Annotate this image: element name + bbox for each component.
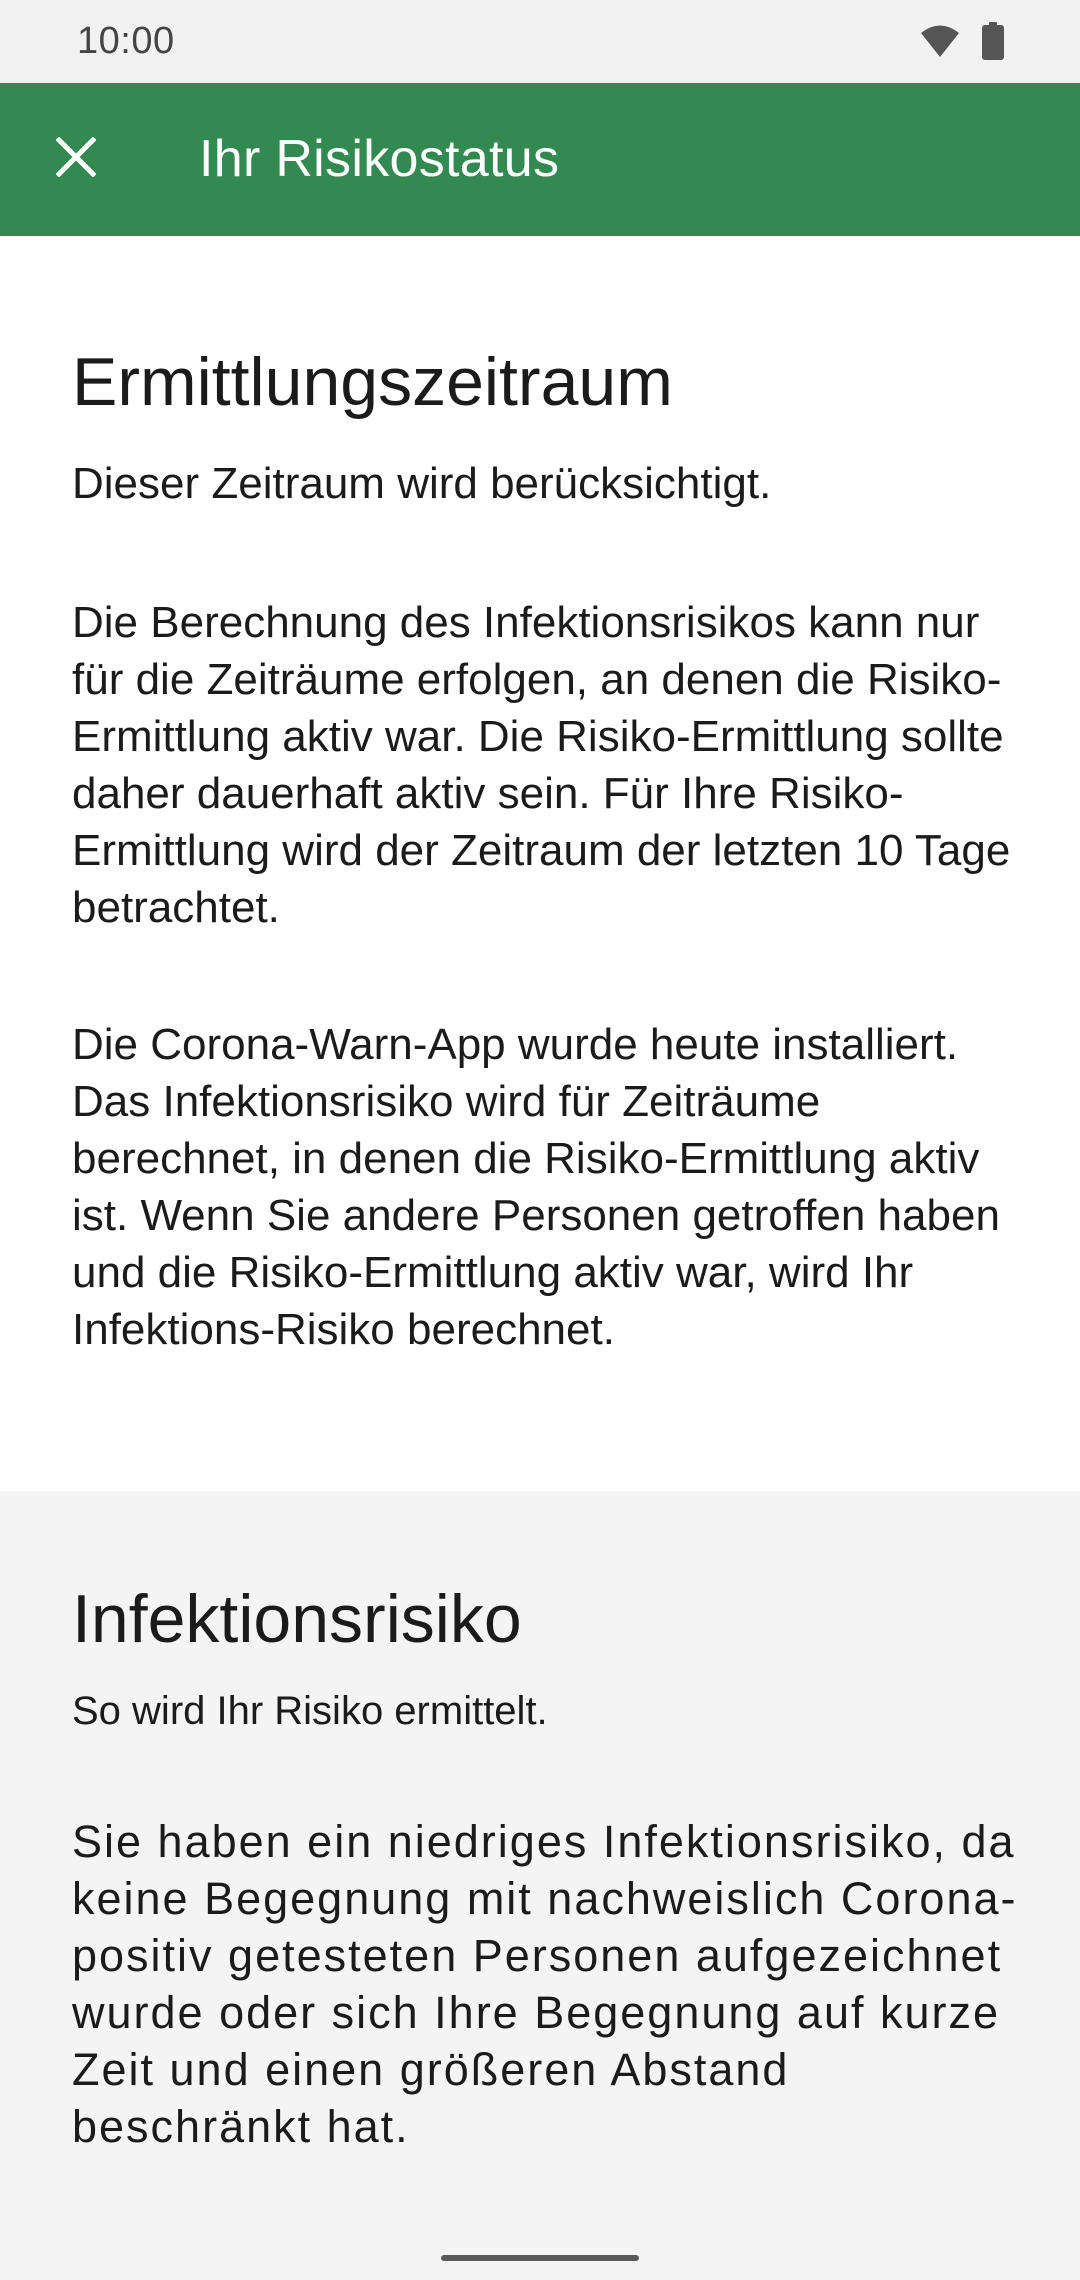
status-icons xyxy=(920,22,1004,65)
risk-subtitle: So wird Ihr Risiko ermittelt. xyxy=(72,1689,548,1733)
home-indicator[interactable] xyxy=(441,2255,639,2261)
period-heading: Ermittlungszeitraum xyxy=(72,344,673,420)
wifi-icon xyxy=(920,24,960,63)
risk-paragraph: Sie haben ein niedriges Infektionsrisiko… xyxy=(72,1816,1018,2152)
period-paragraph-2: Die Corona-Warn-App wurde heute installi… xyxy=(72,1020,1000,1354)
period-subtitle: Dieser Zeitraum wird berücksichtigt. xyxy=(72,459,772,508)
close-button[interactable] xyxy=(36,119,116,199)
page-title: Ihr Risikostatus xyxy=(199,130,560,188)
risk-section: Infektionsrisiko So wird Ihr Risiko ermi… xyxy=(0,1491,1080,2280)
close-icon xyxy=(55,135,97,182)
status-bar: 10:00 xyxy=(0,0,1080,83)
risk-heading: Infektionsrisiko xyxy=(72,1581,522,1657)
period-paragraph-1: Die Berechnung des Infektionsrisikos kan… xyxy=(72,598,1011,932)
battery-icon xyxy=(982,22,1004,65)
period-section: Ermittlungszeitraum Dieser Zeitraum wird… xyxy=(0,236,1080,1491)
status-time: 10:00 xyxy=(77,20,175,62)
app-bar: Ihr Risikostatus xyxy=(0,83,1080,236)
